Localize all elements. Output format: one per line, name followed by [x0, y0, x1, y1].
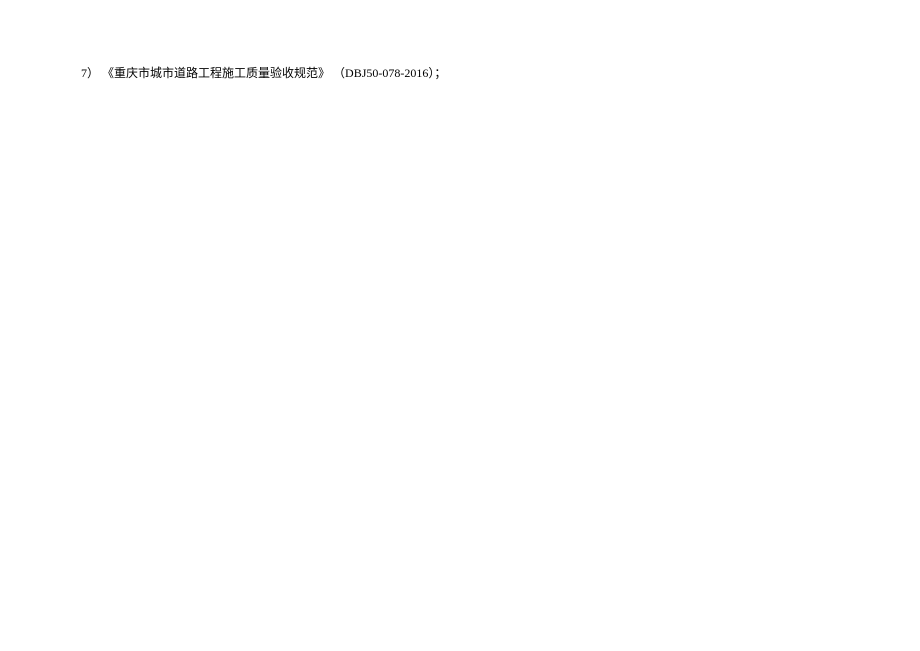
- list-item: 7） 《重庆市城市道路工程施工质量验收规范》 （DBJ50-078-2016）；: [81, 64, 446, 82]
- document-content: 7） 《重庆市城市道路工程施工质量验收规范》 （DBJ50-078-2016）；: [81, 64, 446, 82]
- item-text: 《重庆市城市道路工程施工质量验收规范》: [102, 66, 330, 80]
- item-number: 7）: [81, 66, 99, 80]
- item-code: （DBJ50-078-2016）；: [333, 66, 446, 80]
